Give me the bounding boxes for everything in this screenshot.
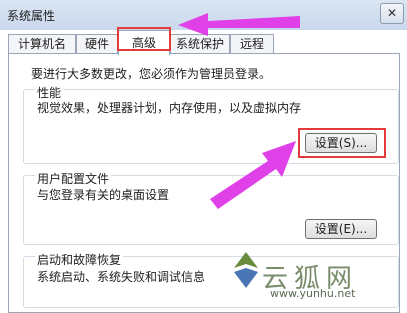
tab-computer-name[interactable]: 计算机名 <box>8 34 76 53</box>
performance-desc: 视觉效果，处理器计划，内存使用，以及虚拟内存 <box>37 101 302 115</box>
title-bar: 系统属性 ✕ <box>0 0 407 30</box>
profiles-desc: 与您登录有关的桌面设置 <box>37 188 170 202</box>
tab-system-protection[interactable]: 系统保护 <box>170 34 230 53</box>
profiles-settings-button[interactable]: 设置(E)... <box>305 219 377 239</box>
profiles-title: 用户配置文件 <box>35 170 112 187</box>
window-title: 系统属性 <box>7 9 56 23</box>
admin-notice: 要进行大多数更改，您必须作为管理员登录。 <box>31 67 272 81</box>
watermark-url: www.yunhu.net <box>270 287 356 300</box>
tab-remote[interactable]: 远程 <box>230 34 274 53</box>
tab-advanced[interactable]: 高级 <box>118 30 170 55</box>
tab-hardware[interactable]: 硬件 <box>76 34 118 53</box>
performance-settings-button[interactable]: 设置(S)... <box>305 133 377 153</box>
tab-strip: 计算机名 硬件 高级 系统保护 远程 <box>0 30 407 55</box>
startup-desc: 系统启动、系统失败和调试信息 <box>37 270 206 284</box>
startup-title: 启动和故障恢复 <box>35 251 124 268</box>
close-button[interactable]: ✕ <box>380 3 404 24</box>
